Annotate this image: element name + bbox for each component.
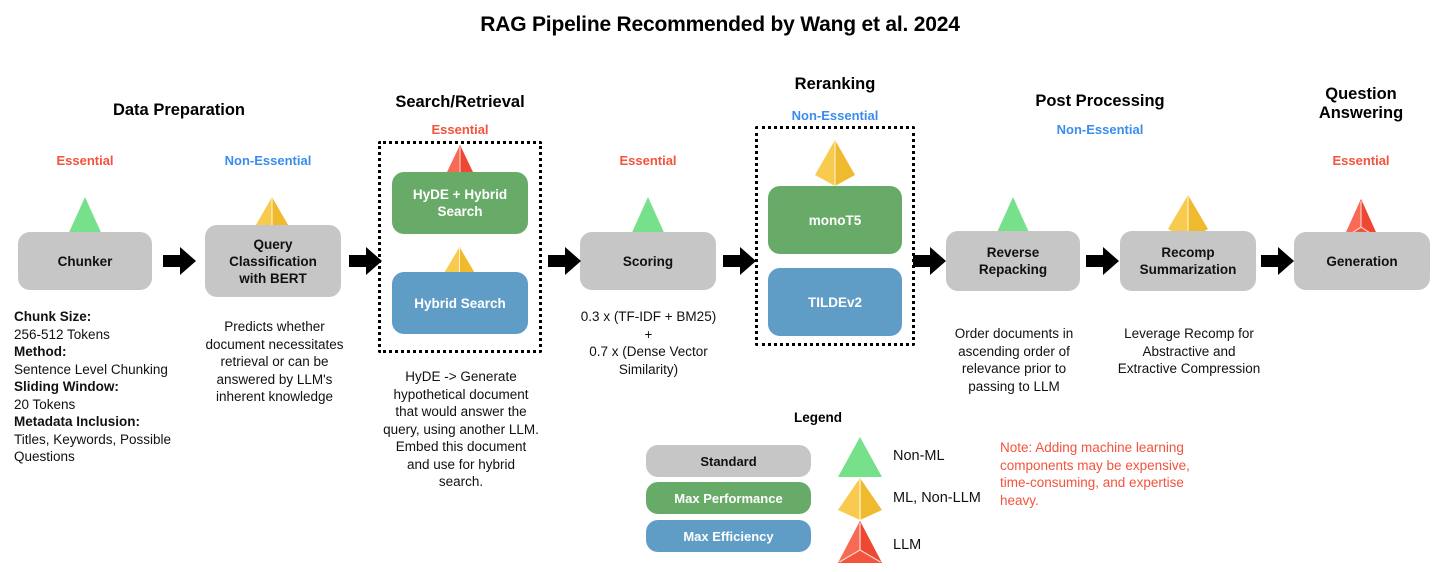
legend-title: Legend	[793, 410, 842, 425]
caption-recomp-summarization: Leverage Recomp for Abstractive and Extr…	[1117, 326, 1261, 376]
caption-search-retrieval: HyDE -> Generate hypothetical document t…	[383, 369, 539, 489]
caption-scoring-line3: 0.7 x (Dense Vector	[589, 344, 708, 359]
stage-title-reranking: Reranking	[794, 75, 876, 93]
essentiality-label-query-classification: Non-Essential	[224, 153, 312, 168]
node-query-classification[interactable]: Query Classification with BERT	[205, 225, 341, 297]
node-label-reverse-repacking-line2: Repacking	[978, 262, 1048, 277]
essentiality-label-reranking: Non-Essential	[791, 108, 879, 123]
essentiality-label-question-answering: Essential	[1332, 153, 1390, 168]
diagram-canvas: RAG Pipeline Recommended by Wang et al. …	[0, 0, 1440, 572]
node-scoring[interactable]: Scoring	[580, 232, 716, 290]
node-label-query-classification-line3: with BERT	[239, 270, 307, 286]
legend-label-standard: Standard	[700, 453, 757, 469]
arrow-chunker-to-query-classification	[163, 247, 196, 275]
page-title: RAG Pipeline Recommended by Wang et al. …	[480, 13, 960, 36]
node-label-hyde-hybrid-line2: Search	[437, 204, 483, 219]
stage-title-question-answering-line2: Answering	[1318, 104, 1404, 122]
node-monot5[interactable]: monoT5	[768, 186, 902, 254]
node-label-query-classification-line1: Query	[253, 236, 293, 252]
node-tildev2[interactable]: TILDEv2	[768, 268, 902, 336]
chunker-detail-label-1: Method:	[14, 344, 67, 359]
caption-scoring-line4: Similarity)	[618, 361, 679, 377]
legend-note: Note: Adding machine learning components…	[1000, 440, 1190, 508]
essentiality-label-chunker: Essential	[56, 153, 114, 168]
chunker-detail-label-0: Chunk Size:	[14, 309, 92, 324]
caption-query-classification: Predicts whether document necessitates r…	[205, 319, 344, 404]
node-label-hybrid-search: Hybrid Search	[414, 295, 506, 311]
node-label-recomp-line2: Summarization	[1139, 262, 1237, 277]
essentiality-label-search-retrieval: Essential	[431, 122, 489, 137]
stage-title-search-retrieval: Search/Retrieval	[395, 93, 525, 111]
arrow-search-to-scoring	[548, 247, 581, 275]
node-reverse-repacking[interactable]: Reverse Repacking	[946, 231, 1080, 291]
chunker-detail-value-3: Titles, Keywords, Possible Questions	[14, 431, 172, 465]
caption-reverse-repacking: Order documents in ascending order of re…	[954, 326, 1074, 394]
node-hybrid-search[interactable]: Hybrid Search	[392, 272, 528, 334]
node-label-tildev2: TILDEv2	[807, 294, 862, 310]
chunker-detail-label-2: Sliding Window:	[14, 379, 119, 394]
chunker-detail-value-1: Sentence Level Chunking	[14, 361, 168, 377]
node-label-recomp-line1: Recomp	[1161, 245, 1215, 260]
node-generation[interactable]: Generation	[1294, 232, 1430, 290]
arrow-reverse-repacking-to-recomp	[1086, 247, 1119, 275]
legend-label-max-performance: Max Performance	[674, 490, 783, 506]
node-label-generation: Generation	[1326, 253, 1398, 269]
legend-marker-llm-icon	[838, 521, 882, 563]
chunker-detail-label-3: Metadata Inclusion:	[14, 414, 141, 429]
stage-title-question-answering: Question Answering	[1261, 85, 1440, 123]
node-label-monot5: monoT5	[808, 212, 862, 228]
stage-title-question-answering-line1: Question	[1325, 85, 1397, 103]
node-hyde-hybrid-search[interactable]: HyDE + Hybrid Search	[392, 172, 528, 234]
arrow-scoring-to-reranking	[723, 247, 756, 275]
legend-label-max-efficiency: Max Efficiency	[683, 528, 774, 544]
node-label-scoring: Scoring	[622, 253, 674, 269]
legend-swatch-standard: Standard	[646, 445, 811, 477]
legend-swatch-max-performance: Max Performance	[646, 482, 811, 514]
caption-chunker-details: Chunk Size: 256-512 Tokens Method: Sente…	[14, 308, 194, 466]
legend-swatch-max-efficiency: Max Efficiency	[646, 520, 811, 552]
arrow-reranking-to-reverse-repacking	[913, 247, 946, 275]
essentiality-label-post-processing: Non-Essential	[1056, 122, 1144, 137]
node-chunker[interactable]: Chunker	[18, 232, 152, 290]
stage-title-data-preparation: Data Preparation	[112, 101, 246, 119]
node-recomp-summarization[interactable]: Recomp Summarization	[1120, 231, 1256, 291]
node-label-reverse-repacking-line1: Reverse	[986, 245, 1040, 260]
arrow-query-classification-to-search	[349, 247, 382, 275]
legend-marker-non-ml-icon	[838, 437, 882, 477]
legend-marker-ml-non-llm-icon	[838, 478, 882, 520]
node-label-query-classification-line2: Classification	[229, 253, 317, 269]
node-label-chunker: Chunker	[57, 253, 113, 269]
essentiality-label-scoring: Essential	[619, 153, 677, 168]
chunker-detail-value-2: 20 Tokens	[14, 396, 76, 412]
caption-scoring: 0.3 x (TF-IDF + BM25) + 0.7 x (Dense Vec…	[566, 308, 731, 378]
chunker-detail-value-0: 256-512 Tokens	[14, 326, 110, 342]
stage-title-post-processing: Post Processing	[1035, 92, 1165, 110]
node-label-hyde-hybrid-line1: HyDE + Hybrid	[412, 187, 508, 202]
caption-scoring-line1: 0.3 x (TF-IDF + BM25)	[580, 309, 717, 324]
legend-marker-label-llm: LLM	[893, 537, 922, 553]
caption-scoring-line2: +	[644, 326, 653, 342]
arrow-recomp-to-generation	[1261, 247, 1294, 275]
